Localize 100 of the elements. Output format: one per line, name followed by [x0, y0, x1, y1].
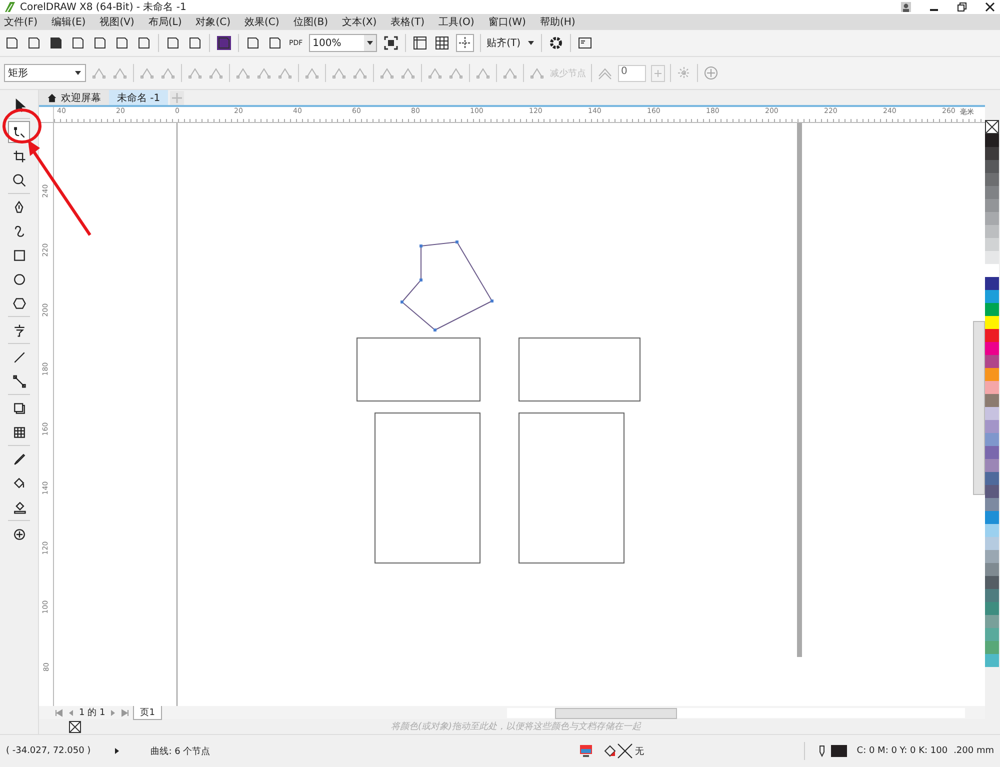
- color-swatch[interactable]: [985, 550, 999, 563]
- color-swatch[interactable]: [985, 277, 999, 290]
- full-screen-icon[interactable]: [382, 35, 399, 51]
- color-swatch[interactable]: [985, 212, 999, 225]
- annotation-circle: [2, 108, 42, 144]
- color-swatch[interactable]: [985, 303, 999, 316]
- color-swatch[interactable]: [985, 433, 999, 446]
- snap-to-dropdown[interactable]: 贴齐(T): [486, 36, 521, 50]
- fill-value: 无: [634, 746, 644, 758]
- rectangle-shape[interactable]: [518, 412, 624, 564]
- menu-item[interactable]: 表格(T): [390, 15, 425, 29]
- rulers-icon[interactable]: [412, 35, 428, 51]
- color-swatch[interactable]: [985, 147, 999, 160]
- selection-info: 曲线: 6 个节点: [150, 746, 210, 758]
- rectangle-shape[interactable]: [374, 412, 480, 564]
- outline-color-swatch: [830, 745, 847, 757]
- sparkle-icon[interactable]: [676, 65, 692, 81]
- color-swatch[interactable]: [985, 420, 999, 433]
- color-swatch[interactable]: [985, 355, 999, 368]
- scrollbar-thumb[interactable]: [555, 708, 677, 718]
- color-swatch[interactable]: [985, 472, 999, 485]
- color-swatch[interactable]: [985, 576, 999, 589]
- color-proof-icon[interactable]: [578, 744, 593, 758]
- color-swatch[interactable]: [985, 173, 999, 186]
- color-swatch[interactable]: [985, 589, 999, 602]
- outline-width: .200 mm: [954, 746, 994, 756]
- menu-item[interactable]: 帮助(H): [540, 15, 576, 29]
- menu-item[interactable]: 编辑(E): [52, 15, 86, 29]
- color-swatch[interactable]: [985, 238, 999, 251]
- color-swatch[interactable]: [985, 134, 999, 147]
- menu-item[interactable]: 文本(X): [342, 15, 377, 29]
- cursor-coordinates: ( -34.027, 72.050 ): [6, 746, 91, 756]
- rectangle-shape[interactable]: [356, 338, 480, 402]
- color-swatch[interactable]: [985, 186, 999, 199]
- page-tab[interactable]: 页1: [133, 706, 162, 720]
- color-swatch[interactable]: [985, 498, 999, 511]
- menu-item[interactable]: 布局(L): [148, 15, 182, 29]
- restore-icon[interactable]: [956, 1, 968, 13]
- scrollbar-thumb[interactable]: [973, 321, 985, 495]
- window-layout-icon[interactable]: [576, 35, 593, 51]
- color-swatch[interactable]: [985, 407, 999, 420]
- polygon-curve[interactable]: [400, 240, 494, 332]
- settings-icon[interactable]: [548, 35, 564, 51]
- spin-button[interactable]: [651, 64, 665, 82]
- color-swatch[interactable]: [985, 394, 999, 407]
- user-icon[interactable]: [900, 1, 912, 13]
- document-tab[interactable]: 未命名 -1: [109, 90, 168, 105]
- color-swatch[interactable]: [985, 485, 999, 498]
- document-tab[interactable]: 欢迎屏幕: [39, 90, 109, 105]
- color-swatch[interactable]: [985, 524, 999, 537]
- color-swatch[interactable]: [985, 563, 999, 576]
- color-swatch[interactable]: [985, 251, 999, 264]
- last-page-icon[interactable]: [121, 708, 130, 716]
- color-swatch[interactable]: [985, 459, 999, 472]
- close-icon[interactable]: [984, 1, 996, 13]
- dropdown-arrow-icon: [74, 69, 82, 77]
- menu-item[interactable]: 视图(V): [100, 15, 134, 29]
- color-swatch[interactable]: [985, 641, 999, 654]
- color-swatch[interactable]: [985, 329, 999, 342]
- color-swatch[interactable]: [985, 381, 999, 394]
- rectangle-shape[interactable]: [518, 338, 640, 402]
- first-page-icon[interactable]: [55, 708, 63, 716]
- expand-arrow-icon[interactable]: [112, 747, 121, 755]
- menu-item[interactable]: 位图(B): [293, 15, 328, 29]
- color-swatch[interactable]: [985, 628, 999, 641]
- previous-page-icon[interactable]: [67, 708, 75, 716]
- menu-item[interactable]: 工具(O): [438, 15, 474, 29]
- color-swatch[interactable]: [985, 602, 999, 615]
- color-swatch[interactable]: [985, 290, 999, 303]
- object-type-dropdown[interactable]: 矩形: [4, 64, 86, 82]
- page-counter: 1 的 1: [79, 706, 106, 719]
- smoothness-input[interactable]: 0: [618, 64, 646, 82]
- dropdown-arrow-icon: [366, 39, 374, 47]
- window-title: CorelDRAW X8 (64-Bit) - 未命名 -1: [20, 0, 186, 14]
- next-page-icon[interactable]: [109, 708, 118, 716]
- color-swatch[interactable]: [985, 615, 999, 628]
- menu-item[interactable]: 文件(F): [4, 15, 38, 29]
- color-swatch[interactable]: [985, 537, 999, 550]
- color-swatch[interactable]: [985, 264, 999, 277]
- new-tab-button[interactable]: [170, 90, 184, 104]
- color-swatch[interactable]: [985, 654, 999, 667]
- color-swatch[interactable]: [985, 199, 999, 212]
- no-color-swatch-icon[interactable]: [69, 720, 81, 732]
- save-icon[interactable]: [48, 35, 64, 51]
- color-swatch[interactable]: [985, 316, 999, 329]
- guidelines-icon[interactable]: [456, 34, 474, 52]
- color-swatch[interactable]: [985, 342, 999, 355]
- color-swatch[interactable]: [985, 225, 999, 238]
- menu-item[interactable]: 效果(C): [244, 15, 280, 29]
- dropdown-arrow-icon[interactable]: [526, 39, 535, 47]
- no-fill-swatch-icon[interactable]: [985, 120, 999, 134]
- grid-icon[interactable]: [434, 35, 450, 51]
- menu-item[interactable]: 窗口(W): [488, 15, 526, 29]
- color-swatch[interactable]: [985, 160, 999, 173]
- color-swatch[interactable]: [985, 511, 999, 524]
- menu-item[interactable]: 对象(C): [196, 15, 231, 29]
- color-swatch[interactable]: [985, 368, 999, 381]
- new-document-icon[interactable]: [4, 35, 20, 51]
- zoom-dropdown[interactable]: 100%: [308, 34, 377, 52]
- color-swatch[interactable]: [985, 446, 999, 459]
